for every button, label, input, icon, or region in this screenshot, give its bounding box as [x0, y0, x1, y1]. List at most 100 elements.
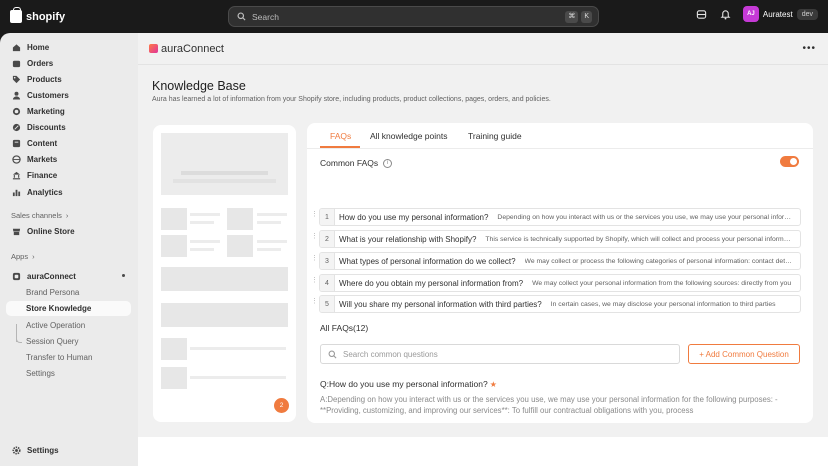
home-icon	[12, 43, 21, 52]
preview-product-thumb	[227, 208, 253, 230]
faq-question: What is your relationship with Shopify?	[339, 234, 477, 244]
info-icon[interactable]: i	[383, 158, 393, 168]
discount-icon	[12, 123, 21, 132]
page-title: Knowledge Base	[152, 79, 246, 93]
faq-item[interactable]: 4 Where do you obtain my personal inform…	[319, 274, 801, 292]
tab-all-knowledge-points[interactable]: All knowledge points	[370, 131, 448, 141]
common-faq-row[interactable]: ⋮⋮ 2 What is your relationship with Shop…	[311, 230, 801, 248]
inbox-icon[interactable]	[695, 7, 709, 21]
common-faq-row[interactable]: ⋮⋮ 3 What types of personal information …	[311, 252, 801, 270]
preview-product-thumb	[161, 208, 187, 230]
drag-handle-icon[interactable]: ⋮⋮	[311, 255, 324, 265]
drag-handle-icon[interactable]: ⋮⋮	[311, 277, 324, 287]
tag-icon	[12, 75, 21, 84]
faq-item[interactable]: 5 Will you share my personal information…	[319, 295, 801, 313]
sidebar-item-auraconnect[interactable]: auraConnect	[6, 269, 131, 284]
sidebar-subitem-active-operation[interactable]: Active Operation	[6, 318, 131, 333]
common-faqs-toggle[interactable]	[780, 156, 799, 167]
avatar: AJ	[742, 6, 759, 22]
preview-line	[257, 240, 287, 243]
preview-banner	[161, 133, 288, 195]
global-search[interactable]: Search ⌘ K	[228, 6, 599, 27]
faq-item[interactable]: 1 How do you use my personal information…	[319, 208, 801, 226]
shortcut-hint: ⌘ K	[565, 11, 592, 23]
sidebar-item-label: Home	[27, 43, 50, 52]
preview-wide-block	[161, 303, 288, 327]
app-header: auraConnect •••	[138, 33, 828, 65]
preview-line	[190, 240, 220, 243]
faq-answer-preview: We may collect or process the following …	[524, 257, 796, 265]
preview-product-thumb	[161, 338, 187, 360]
sidebar-subitem-brand-persona[interactable]: Brand Persona	[6, 285, 131, 300]
faq-search-input[interactable]: Search common questions	[320, 344, 680, 364]
sidebar-item-customers[interactable]: Customers	[6, 88, 131, 103]
sidebar-subitem-session-query[interactable]: Session Query	[6, 334, 131, 349]
preview-line	[190, 248, 214, 251]
faq-number: 4	[320, 275, 335, 291]
add-common-question-button[interactable]: + Add Common Question	[688, 344, 800, 364]
store-name: Auratest	[762, 9, 793, 19]
shortcut-key-k: K	[581, 11, 592, 23]
tab-faqs[interactable]: FAQs	[330, 131, 351, 141]
preview-bar	[173, 179, 276, 183]
faq-answer-preview: Depending on how you interact with us or…	[497, 213, 800, 221]
sidebar-subitem-store-knowledge[interactable]: Store Knowledge	[6, 301, 131, 316]
sales-channels-heading[interactable]: Sales channels ›	[11, 211, 68, 220]
pin-dot-icon	[122, 274, 125, 277]
preview-line	[257, 213, 287, 216]
sidebar-item-orders[interactable]: Orders	[6, 56, 131, 71]
chart-icon	[12, 188, 21, 197]
bell-icon[interactable]	[719, 7, 733, 21]
sidebar-item-marketing[interactable]: Marketing	[6, 104, 131, 119]
faq-answer-preview: In certain cases, we may disclose your p…	[550, 300, 776, 308]
shopify-logo[interactable]: shopify	[10, 7, 65, 23]
preview-line	[190, 376, 286, 379]
top-bar: shopify Search ⌘ K AJ Auratest dev	[0, 0, 828, 33]
drag-handle-icon[interactable]: ⋮⋮	[311, 211, 324, 221]
faq-item[interactable]: 3 What types of personal information do …	[319, 252, 801, 270]
content-icon	[12, 139, 21, 148]
sidebar-item-online-store[interactable]: Online Store	[6, 224, 131, 239]
chat-bubble-badge[interactable]: 2	[274, 398, 289, 413]
sidebar-item-label: Content	[27, 139, 58, 148]
store-icon	[12, 227, 21, 236]
preview-product-thumb	[161, 367, 187, 389]
preview-product-thumb	[227, 235, 253, 257]
chevron-right-icon: ›	[65, 211, 69, 220]
tab-training-guide[interactable]: Training guide	[468, 131, 522, 141]
sidebar-item-products[interactable]: Products	[6, 72, 131, 87]
sidebar-item-label: Products	[27, 75, 62, 84]
sidebar-item-analytics[interactable]: Analytics	[6, 185, 131, 200]
star-icon[interactable]: ★	[490, 380, 497, 389]
sidebar-item-settings[interactable]: Settings	[6, 443, 131, 458]
common-faq-row[interactable]: ⋮⋮ 5 Will you share my personal informat…	[311, 295, 801, 313]
faq-number: 3	[320, 253, 335, 269]
common-faq-row[interactable]: ⋮⋮ 1 How do you use my personal informat…	[311, 208, 801, 226]
drag-handle-icon[interactable]: ⋮⋮	[311, 298, 324, 308]
sidebar-item-content[interactable]: Content	[6, 136, 131, 151]
faq-answer-preview: We may collect your personal information…	[532, 279, 792, 287]
sidebar-item-home[interactable]: Home	[6, 40, 131, 55]
sidebar-item-label: auraConnect	[27, 272, 76, 281]
faq-question: What types of personal information do we…	[339, 256, 516, 266]
sidebar-subitem-settings[interactable]: Settings	[6, 366, 131, 381]
faq-question: Will you share my personal information w…	[339, 299, 542, 309]
store-switcher[interactable]: AJ Auratest dev	[742, 6, 818, 22]
sidebar-item-label: Orders	[27, 59, 54, 68]
sidebar-item-label: Online Store	[27, 227, 75, 236]
faq-entry-question[interactable]: Q:How do you use my personal information…	[320, 379, 497, 389]
auraconnect-logo-icon	[149, 44, 158, 53]
faq-item[interactable]: 2 What is your relationship with Shopify…	[319, 230, 801, 248]
sidebar-item-finance[interactable]: Finance	[6, 168, 131, 183]
apps-heading[interactable]: Apps ›	[11, 252, 35, 261]
drag-handle-icon[interactable]: ⋮⋮	[311, 233, 324, 243]
sidebar-item-markets[interactable]: Markets	[6, 152, 131, 167]
app-icon	[12, 272, 21, 281]
faq-question: How do you use my personal information?	[339, 212, 489, 222]
sidebar-subitem-transfer-to-human[interactable]: Transfer to Human	[6, 350, 131, 365]
active-tab-indicator	[320, 146, 360, 148]
sidebar-item-discounts[interactable]: Discounts	[6, 120, 131, 135]
common-faq-row[interactable]: ⋮⋮ 4 Where do you obtain my personal inf…	[311, 274, 801, 292]
tab-bar: FAQs All knowledge points Training guide	[307, 123, 813, 149]
more-options-icon[interactable]: •••	[802, 43, 816, 54]
